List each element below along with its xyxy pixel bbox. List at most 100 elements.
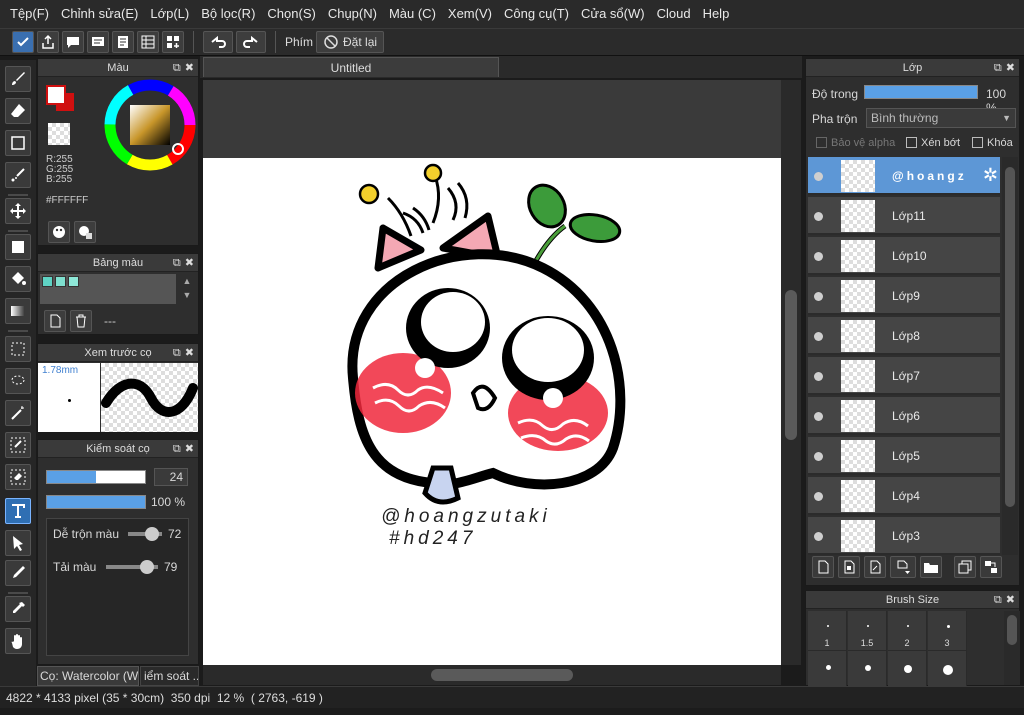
eraser-tool[interactable] bbox=[5, 98, 31, 124]
menu-color[interactable]: Màu (C) bbox=[383, 0, 442, 28]
transparent-color-swatch[interactable] bbox=[48, 123, 70, 145]
rect-shape-tool[interactable] bbox=[5, 130, 31, 156]
palette-swatch[interactable] bbox=[42, 276, 53, 287]
delete-palette-button[interactable] bbox=[70, 310, 92, 332]
layer-row[interactable]: Lớp7 bbox=[808, 357, 1000, 395]
horizontal-scroll-thumb[interactable] bbox=[431, 669, 573, 681]
tab-brush-control[interactable]: iểm soát ... bbox=[140, 666, 199, 686]
undock-icon[interactable]: ⧉ bbox=[173, 442, 181, 456]
menu-edit[interactable]: Chỉnh sửa(E) bbox=[55, 0, 144, 28]
color-history-button[interactable] bbox=[74, 221, 96, 243]
layer-row[interactable]: Lớp4 bbox=[808, 477, 1000, 515]
operation-tool[interactable] bbox=[5, 530, 31, 556]
color-load-slider-track[interactable] bbox=[106, 560, 158, 574]
brush-opacity-slider[interactable] bbox=[46, 495, 146, 509]
select-eraser-tool[interactable] bbox=[5, 464, 31, 490]
layer-row[interactable]: Lớp8 bbox=[808, 317, 1000, 355]
move-tool[interactable] bbox=[5, 198, 31, 224]
document-button[interactable] bbox=[112, 31, 134, 53]
lock-checkbox[interactable]: Khóa bbox=[972, 137, 1013, 149]
visibility-eye-icon[interactable] bbox=[814, 212, 823, 221]
new-layer-button[interactable] bbox=[812, 556, 834, 578]
tile-button[interactable] bbox=[162, 31, 184, 53]
canvas-horizontal-scrollbar[interactable] bbox=[203, 665, 781, 685]
new-raster-layer-button[interactable] bbox=[838, 556, 860, 578]
merge-layer-button[interactable] bbox=[980, 556, 1002, 578]
bucket-tool[interactable] bbox=[5, 266, 31, 292]
menu-filter[interactable]: Bộ lọc(R) bbox=[195, 0, 261, 28]
document-tab[interactable]: Untitled bbox=[203, 57, 499, 77]
undock-icon[interactable]: ⧉ bbox=[994, 593, 1002, 607]
color-load-slider-knob[interactable] bbox=[140, 560, 155, 574]
menu-select[interactable]: Chọn(S) bbox=[261, 0, 321, 28]
brush-size-preset[interactable] bbox=[928, 651, 967, 691]
reset-button[interactable]: Đặt lại bbox=[316, 31, 385, 53]
fill-rect-tool[interactable] bbox=[5, 234, 31, 260]
protect-alpha-checkbox[interactable]: Bảo vệ alpha bbox=[816, 137, 895, 149]
visibility-eye-icon[interactable] bbox=[814, 452, 823, 461]
menu-file[interactable]: Tệp(F) bbox=[4, 0, 55, 28]
layer-option-dropdown[interactable] bbox=[890, 556, 916, 578]
visibility-eye-icon[interactable] bbox=[814, 412, 823, 421]
visibility-eye-icon[interactable] bbox=[814, 172, 823, 181]
layer-row[interactable]: Lớp9 bbox=[808, 277, 1000, 315]
undock-icon[interactable]: ⧉ bbox=[994, 61, 1002, 75]
color-wheel[interactable] bbox=[104, 79, 196, 171]
clipping-checkbox[interactable]: Xén bớt bbox=[906, 137, 960, 149]
comment-button[interactable] bbox=[62, 31, 84, 53]
hand-tool[interactable] bbox=[5, 628, 31, 654]
undock-icon[interactable]: ⧉ bbox=[173, 61, 181, 75]
brush-size-value[interactable]: 24 bbox=[154, 468, 188, 486]
visibility-eye-icon[interactable] bbox=[814, 252, 823, 261]
menu-layer[interactable]: Lớp(L) bbox=[144, 0, 195, 28]
vertical-scroll-thumb[interactable] bbox=[785, 290, 797, 440]
menu-tools[interactable]: Công cụ(T) bbox=[498, 0, 575, 28]
close-icon[interactable]: ✖ bbox=[1006, 593, 1015, 607]
visibility-eye-icon[interactable] bbox=[814, 492, 823, 501]
palette-swatch[interactable] bbox=[55, 276, 66, 287]
new-vector-layer-button[interactable] bbox=[864, 556, 886, 578]
layer-row[interactable]: Lớp10 bbox=[808, 237, 1000, 275]
brush-size-preset[interactable]: 1.5 bbox=[848, 611, 887, 651]
canvas-paper[interactable]: @hoangzutaki #hd247 bbox=[203, 158, 781, 665]
close-icon[interactable]: ✖ bbox=[185, 442, 194, 456]
lasso-tool[interactable] bbox=[5, 368, 31, 394]
brush-size-preset[interactable]: 3 bbox=[928, 611, 967, 651]
canvas-area[interactable]: @hoangzutaki #hd247 bbox=[203, 80, 781, 665]
brush-size-preset[interactable] bbox=[808, 651, 847, 691]
cloud-sync-button[interactable] bbox=[12, 31, 34, 53]
close-icon[interactable]: ✖ bbox=[185, 256, 194, 270]
redo-button[interactable] bbox=[236, 31, 266, 53]
menu-capture[interactable]: Chụp(N) bbox=[322, 0, 383, 28]
layer-row[interactable]: @hoangz ✲ bbox=[808, 157, 1000, 195]
tab-brush-watercolor[interactable]: Cọ: Watercolor (W... bbox=[37, 666, 139, 686]
blend-slider-track[interactable] bbox=[128, 527, 162, 541]
visibility-eye-icon[interactable] bbox=[814, 372, 823, 381]
gradient-tool[interactable] bbox=[5, 298, 31, 324]
layer-row[interactable]: Lớp11 bbox=[808, 197, 1000, 235]
brush-size-preset[interactable] bbox=[888, 651, 927, 691]
text-tool[interactable] bbox=[5, 498, 31, 524]
color-set-button[interactable] bbox=[48, 221, 70, 243]
undock-icon[interactable]: ⧉ bbox=[173, 346, 181, 360]
layer-row[interactable]: Lớp6 bbox=[808, 397, 1000, 435]
layer-scroll-thumb[interactable] bbox=[1005, 167, 1015, 507]
layer-list-scrollbar[interactable] bbox=[1002, 157, 1018, 555]
select-pen-tool[interactable] bbox=[5, 432, 31, 458]
palette-scroll[interactable]: ▲ ▼ bbox=[178, 274, 196, 304]
duplicate-layer-button[interactable] bbox=[954, 556, 976, 578]
brush-size-scrollbar[interactable] bbox=[1004, 611, 1020, 685]
message-button[interactable] bbox=[87, 31, 109, 53]
brush-size-preset[interactable]: 1 bbox=[808, 611, 847, 651]
palette-swatch[interactable] bbox=[68, 276, 79, 287]
close-icon[interactable]: ✖ bbox=[185, 346, 194, 360]
visibility-eye-icon[interactable] bbox=[814, 292, 823, 301]
eyedropper-tool[interactable] bbox=[5, 596, 31, 622]
foreground-color-swatch[interactable] bbox=[46, 85, 66, 105]
close-icon[interactable]: ✖ bbox=[185, 61, 194, 75]
share-button[interactable] bbox=[37, 31, 59, 53]
magic-wand-tool[interactable] bbox=[5, 400, 31, 426]
select-rect-tool[interactable] bbox=[5, 336, 31, 362]
menu-window[interactable]: Cửa sổ(W) bbox=[575, 0, 651, 28]
pen-tool[interactable] bbox=[5, 560, 31, 586]
